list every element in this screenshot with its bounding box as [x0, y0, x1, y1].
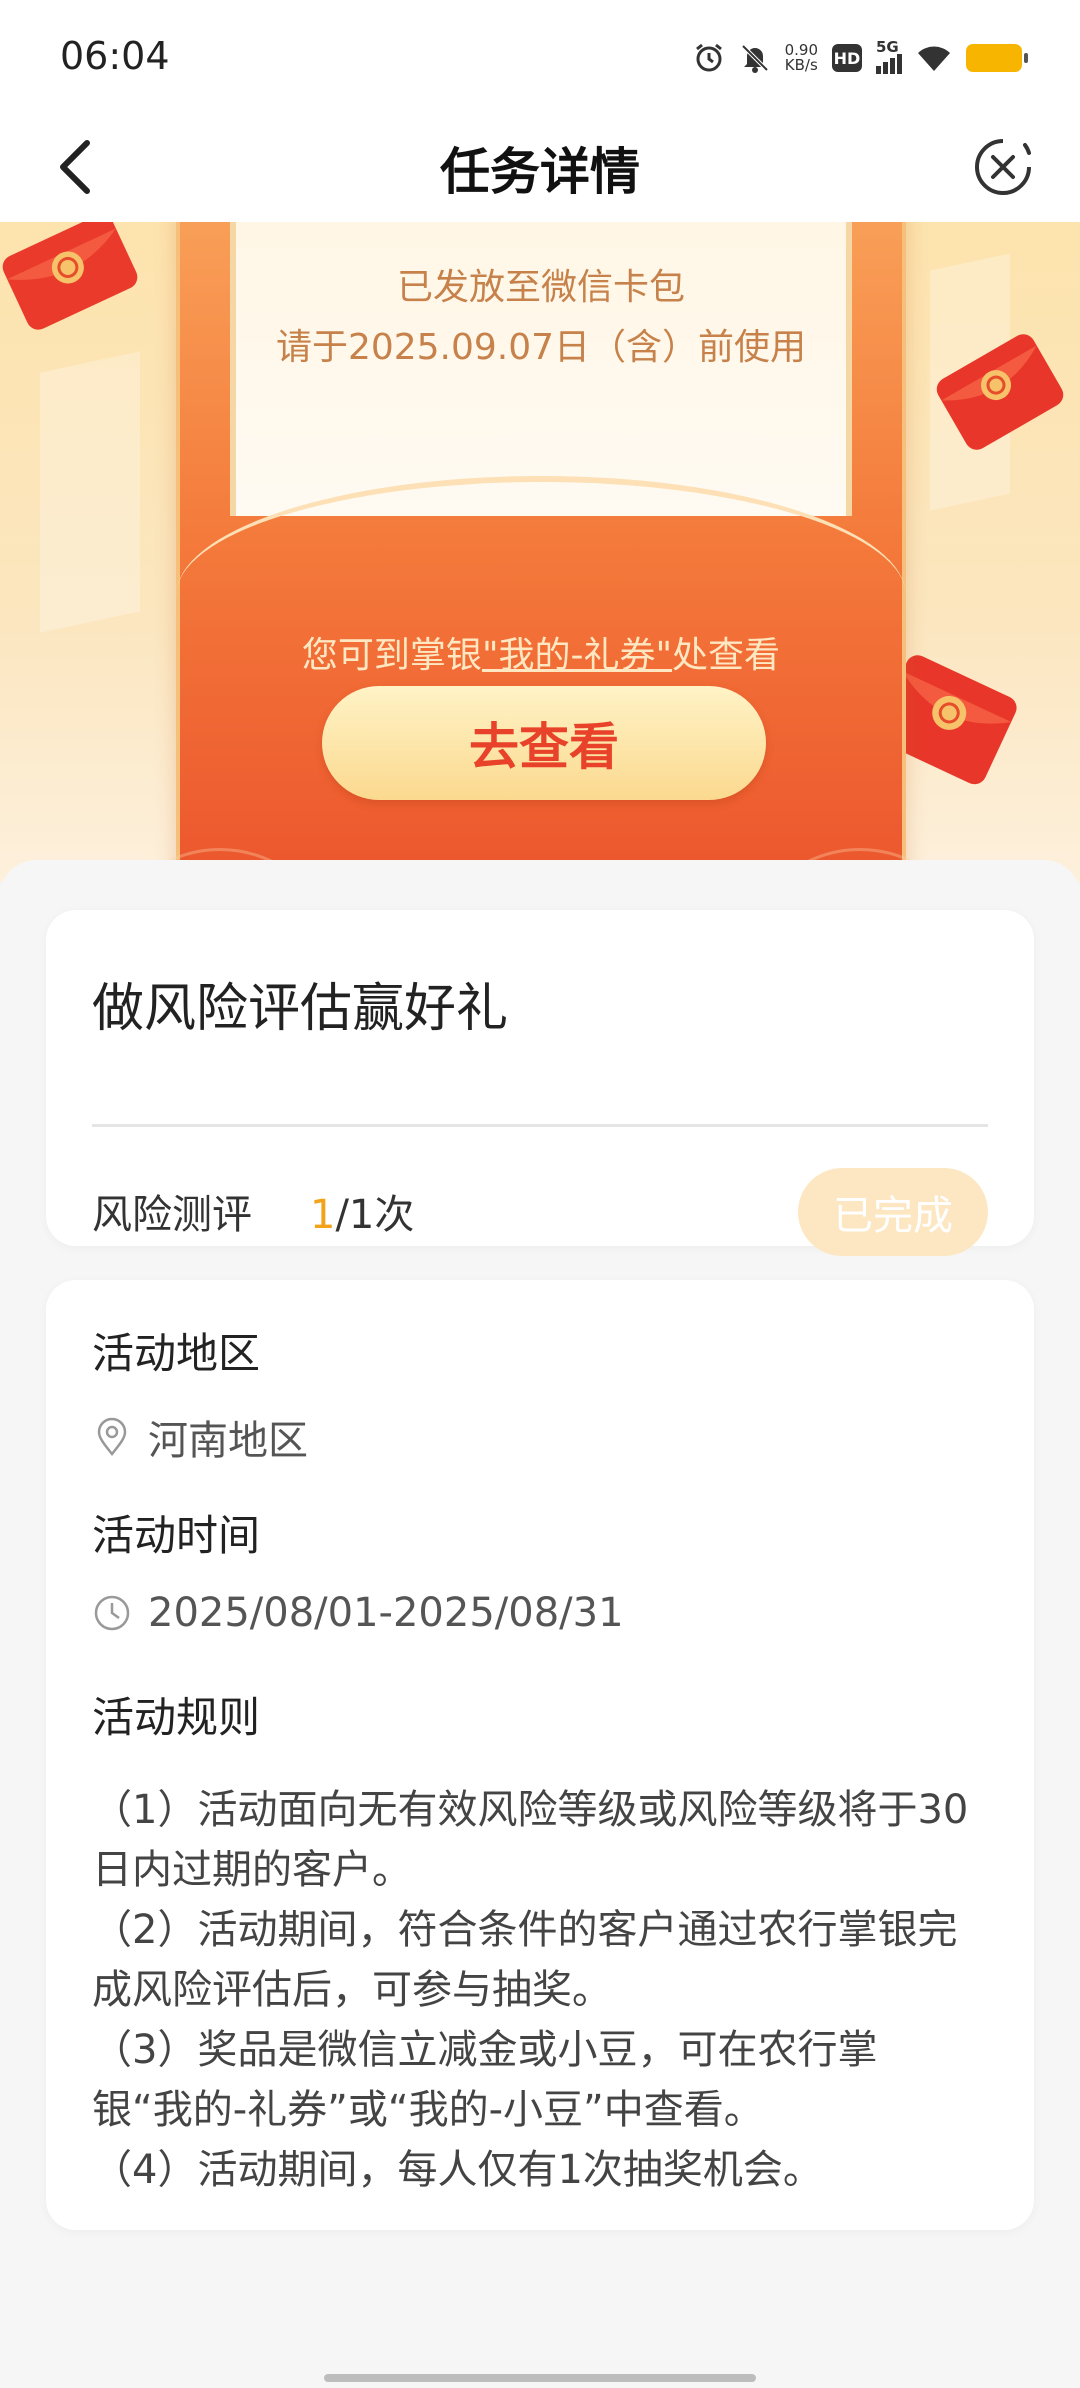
red-packet-icon — [2, 222, 138, 330]
progress-done: 1 — [310, 1192, 336, 1238]
region-heading: 活动地区 — [92, 1329, 261, 1378]
close-button[interactable] — [968, 132, 1038, 202]
hd-icon: HD — [832, 44, 862, 72]
status-bar: 06:04 0.90 KB/s HD 5G — [0, 0, 1080, 110]
time-line: 2025/08/01-2025/08/31 — [92, 1590, 624, 1636]
mute-icon — [739, 42, 771, 74]
net-speed: 0.90 KB/s — [785, 43, 818, 73]
task-card: 做风险评估赢好礼 风险测评 1/1次 已完成 — [46, 910, 1034, 1256]
net-speed-unit: KB/s — [784, 56, 818, 74]
letter-line-2: 请于2025.09.07日（含）前使用 — [275, 327, 807, 368]
rules-heading: 活动规则 — [92, 1693, 261, 1742]
activity-info-card: 活动地区 河南地区 活动时间 2025/08/01-2025/08/31 活动规… — [46, 1280, 1034, 2230]
task-status-button[interactable]: 已完成 — [798, 1168, 988, 1256]
task-title: 做风险评估赢好礼 — [92, 979, 509, 1039]
hint-link[interactable]: "我的-礼券" — [482, 635, 672, 676]
envelope-card: 已发放至微信卡包 请于2025.09.07日（含）前使用 您可到掌银"我的-礼券… — [100, 222, 980, 882]
signal-icon: 5G — [876, 38, 902, 74]
letter-line-1: 已发放至微信卡包 — [396, 267, 685, 308]
home-indicator[interactable] — [324, 2374, 756, 2382]
hint-suffix: 处查看 — [672, 635, 781, 676]
status-time: 06:04 — [60, 34, 170, 78]
task-progress: 1/1次 — [310, 1182, 414, 1240]
hero-banner: 已发放至微信卡包 请于2025.09.07日（含）前使用 您可到掌银"我的-礼券… — [0, 222, 1080, 882]
region-line: 河南地区 — [92, 1408, 308, 1466]
red-packet-icon — [936, 334, 1064, 450]
rule-item: （1）活动面向无有效风险等级或风险等级将于30日内过期的客户。 — [92, 1787, 969, 1893]
view-coupon-button[interactable]: 去查看 — [322, 686, 766, 800]
page-title: 任务详情 — [440, 143, 640, 201]
alarm-icon — [693, 42, 725, 74]
divider — [92, 1124, 988, 1127]
status-icons: 0.90 KB/s HD 5G — [693, 36, 1028, 80]
rule-item: （3）奖品是微信立减金或小豆，可在农行掌银“我的-礼券”或“我的-小豆”中查看。 — [92, 2027, 878, 2133]
hero-decor — [40, 351, 140, 633]
time-heading: 活动时间 — [92, 1511, 261, 1560]
rule-item: （4）活动期间，每人仅有1次抽奖机会。 — [92, 2147, 823, 2193]
hero-hint: 您可到掌银"我的-礼券"处查看 — [180, 626, 902, 678]
time-value: 2025/08/01-2025/08/31 — [148, 1590, 624, 1636]
close-circle-icon — [975, 139, 1031, 195]
clock-icon — [94, 1595, 130, 1631]
coupon-letter: 已发放至微信卡包 请于2025.09.07日（含）前使用 — [230, 222, 852, 516]
battery-icon — [966, 44, 1028, 72]
region-value: 河南地区 — [148, 1418, 308, 1464]
location-pin-icon — [97, 1417, 127, 1457]
nav-bar: 任务详情 — [0, 110, 1080, 222]
content-sheet: 做风险评估赢好礼 风险测评 1/1次 已完成 活动地区 河南地区 活动时间 20… — [0, 860, 1080, 2388]
rules-list: （1）活动面向无有效风险等级或风险等级将于30日内过期的客户。 （2）活动期间，… — [92, 1780, 974, 2200]
rule-item: （2）活动期间，符合条件的客户通过农行掌银完成风险评估后，可参与抽奖。 — [92, 1907, 958, 2013]
hint-prefix: 您可到掌银 — [301, 635, 482, 676]
task-row-label: 风险测评 — [92, 1192, 252, 1238]
network-label: 5G — [876, 38, 899, 56]
progress-total: /1次 — [335, 1192, 415, 1238]
wifi-icon — [916, 43, 952, 73]
